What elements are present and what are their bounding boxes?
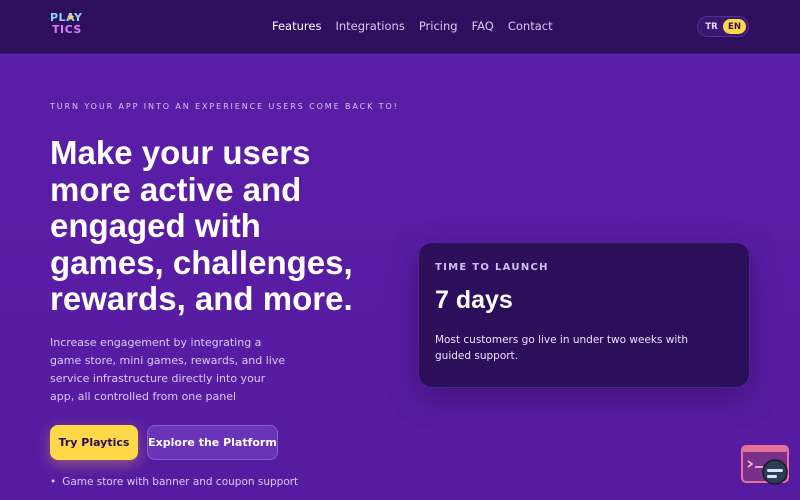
card-kicker: TIME TO LAUNCH bbox=[435, 262, 549, 273]
nav-pricing[interactable]: Pricing bbox=[419, 19, 458, 33]
language-switcher: TR EN bbox=[697, 16, 749, 37]
logo-text-bottom: TICS bbox=[52, 23, 82, 36]
card-value: 7 days bbox=[435, 286, 513, 314]
nav-features[interactable]: Features bbox=[272, 19, 321, 33]
bullet-dot-icon: • bbox=[50, 476, 57, 488]
nav-faq[interactable]: FAQ bbox=[472, 19, 494, 33]
main-nav: Features Integrations Pricing FAQ Contac… bbox=[272, 19, 553, 33]
try-playtics-button[interactable]: Try Playtics bbox=[50, 425, 138, 460]
top-navigation-bar: PLAY ★ TICS Features Integrations Pricin… bbox=[0, 0, 800, 54]
hero-eyebrow: TURN YOUR APP INTO AN EXPERIENCE USERS C… bbox=[50, 102, 399, 111]
hero-subtext: Increase engagement by integrating a gam… bbox=[50, 336, 286, 403]
logo-star-icon: ★ bbox=[67, 13, 76, 23]
lang-option-en[interactable]: EN bbox=[723, 19, 746, 34]
lang-option-tr[interactable]: TR bbox=[700, 19, 723, 34]
chat-widget-icon[interactable] bbox=[741, 445, 790, 487]
feature-bullet-text: Game store with banner and coupon suppor… bbox=[62, 476, 299, 488]
launch-time-card: TIME TO LAUNCH 7 days Most customers go … bbox=[418, 242, 750, 388]
feature-bullet: • Game store with banner and coupon supp… bbox=[50, 476, 298, 488]
playtics-logo[interactable]: PLAY ★ TICS bbox=[50, 12, 86, 42]
card-description: Most customers go live in under two week… bbox=[435, 334, 689, 362]
hero-headline: Make your users more active and engaged … bbox=[50, 134, 353, 317]
explore-platform-button[interactable]: Explore the Platform bbox=[147, 425, 278, 460]
nav-contact[interactable]: Contact bbox=[508, 19, 553, 33]
nav-integrations[interactable]: Integrations bbox=[335, 19, 404, 33]
